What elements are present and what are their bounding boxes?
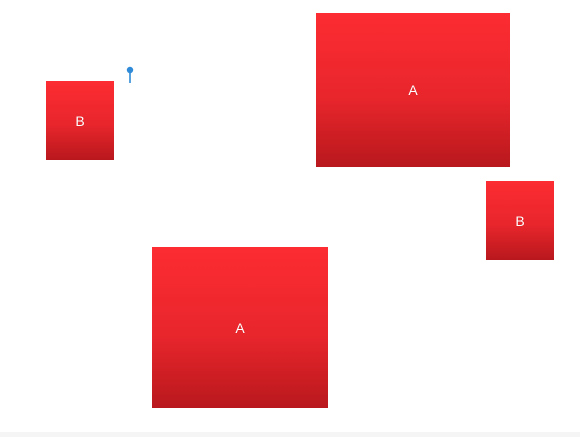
drawing-canvas[interactable]: A B B A bbox=[0, 0, 580, 437]
box-label: B bbox=[515, 212, 525, 229]
box-b-right[interactable]: B bbox=[486, 181, 554, 260]
box-a-bottom[interactable]: A bbox=[152, 247, 328, 408]
map-pin-icon[interactable] bbox=[125, 66, 135, 84]
box-label: A bbox=[408, 82, 418, 98]
box-label: A bbox=[235, 319, 245, 336]
bottom-strip bbox=[0, 432, 580, 437]
box-a-top-right[interactable]: A bbox=[316, 13, 510, 167]
box-b-left[interactable]: B bbox=[46, 81, 114, 160]
pin-glyph bbox=[126, 66, 134, 83]
box-label: B bbox=[75, 112, 85, 129]
